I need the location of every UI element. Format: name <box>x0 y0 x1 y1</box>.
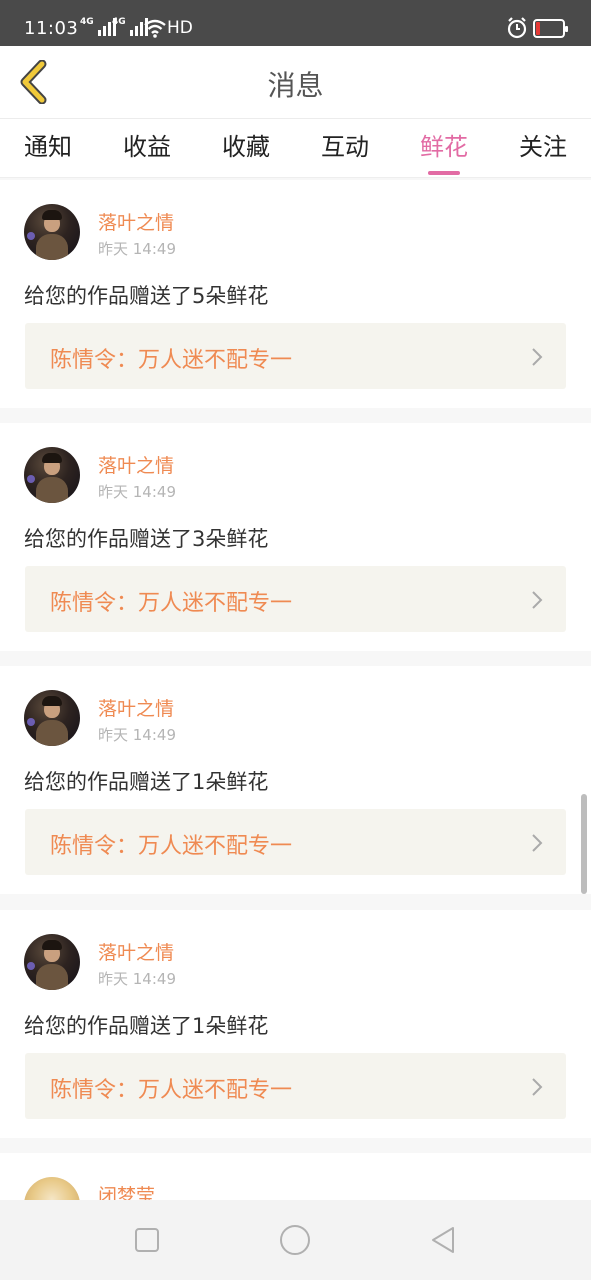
list-item: 落叶之情 昨天 14:49 给您的作品赠送了1朵鲜花 陈情令：万人迷不配专一 <box>0 910 591 1138</box>
battery-icon <box>533 19 568 38</box>
avatar[interactable] <box>24 204 80 260</box>
message-text: 给您的作品赠送了1朵鲜花 <box>24 1014 269 1038</box>
username[interactable]: 落叶之情 <box>98 694 174 721</box>
list-item: 落叶之情 昨天 14:49 给您的作品赠送了5朵鲜花 陈情令：万人迷不配专一 <box>0 180 591 408</box>
home-button[interactable] <box>277 1222 313 1258</box>
work-link[interactable]: 陈情令：万人迷不配专一 <box>25 809 566 875</box>
work-link[interactable]: 陈情令：万人迷不配专一 <box>25 1053 566 1119</box>
username[interactable]: 落叶之情 <box>98 938 174 965</box>
screen: 11:03 4G 4G HD 消息 通知 收益 收藏 互动 鲜花 关注 落叶之情… <box>0 0 591 1280</box>
chevron-right-icon <box>532 348 543 366</box>
timestamp: 昨天 14:49 <box>98 483 176 501</box>
username[interactable]: 落叶之情 <box>98 451 174 478</box>
username[interactable]: 落叶之情 <box>98 208 174 235</box>
signal-icon: 4G <box>80 17 116 38</box>
hd-indicator: HD <box>167 18 193 38</box>
chevron-right-icon <box>532 591 543 609</box>
nav-back-button[interactable] <box>425 1222 461 1258</box>
circle-icon <box>280 1225 310 1255</box>
status-bar: 11:03 4G 4G HD <box>0 0 591 46</box>
avatar[interactable] <box>24 447 80 503</box>
status-time: 11:03 <box>24 18 79 39</box>
work-link[interactable]: 陈情令：万人迷不配专一 <box>25 323 566 389</box>
avatar[interactable] <box>24 934 80 990</box>
tab-favorites[interactable]: 收藏 <box>206 127 286 171</box>
chevron-right-icon <box>532 834 543 852</box>
tab-earnings[interactable]: 收益 <box>107 127 187 171</box>
alarm-icon <box>507 17 527 39</box>
system-nav-bar <box>0 1200 591 1280</box>
message-text: 给您的作品赠送了5朵鲜花 <box>24 284 269 308</box>
timestamp: 昨天 14:49 <box>98 240 176 258</box>
tab-following[interactable]: 关注 <box>503 127 583 171</box>
work-title: 陈情令：万人迷不配专一 <box>50 1078 293 1103</box>
tab-flowers[interactable]: 鲜花 <box>404 127 484 175</box>
work-title: 陈情令：万人迷不配专一 <box>50 834 293 859</box>
tab-interactions[interactable]: 互动 <box>305 127 385 171</box>
scrollbar[interactable] <box>581 794 587 894</box>
list-item: 落叶之情 昨天 14:49 给您的作品赠送了1朵鲜花 陈情令：万人迷不配专一 <box>0 666 591 894</box>
timestamp: 昨天 14:49 <box>98 726 176 744</box>
timestamp: 昨天 14:49 <box>98 970 176 988</box>
square-icon <box>135 1228 159 1252</box>
battery-level <box>536 22 540 35</box>
list-item: 落叶之情 昨天 14:49 给您的作品赠送了3朵鲜花 陈情令：万人迷不配专一 <box>0 423 591 651</box>
page-title: 消息 <box>267 69 324 102</box>
message-text: 给您的作品赠送了1朵鲜花 <box>24 770 269 794</box>
tab-notifications[interactable]: 通知 <box>8 127 88 171</box>
app-header: 消息 <box>0 46 591 118</box>
avatar[interactable] <box>24 690 80 746</box>
wifi-icon <box>144 19 166 38</box>
work-title: 陈情令：万人迷不配专一 <box>50 591 293 616</box>
tab-bar: 通知 收益 收藏 互动 鲜花 关注 <box>0 118 591 178</box>
recents-button[interactable] <box>129 1222 165 1258</box>
triangle-back-icon <box>432 1227 454 1253</box>
work-title: 陈情令：万人迷不配专一 <box>50 348 293 373</box>
message-text: 给您的作品赠送了3朵鲜花 <box>24 527 269 551</box>
work-link[interactable]: 陈情令：万人迷不配专一 <box>25 566 566 632</box>
chevron-right-icon <box>532 1078 543 1096</box>
